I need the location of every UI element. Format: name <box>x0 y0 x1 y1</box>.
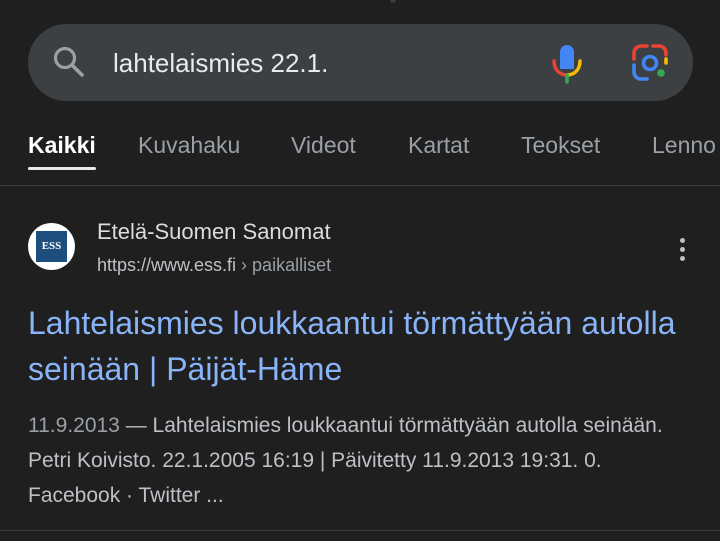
more-options-icon[interactable] <box>673 236 693 264</box>
tab-images[interactable]: Kuvahaku <box>138 130 240 160</box>
url-breadcrumb: › paikalliset <box>236 255 332 275</box>
snippet-date: 11.9.2013 <box>28 414 120 437</box>
snippet-text: — Lahtelaismies loukkaantui törmättyään … <box>28 414 663 507</box>
tab-books[interactable]: Teokset <box>521 130 600 160</box>
google-lens-icon[interactable] <box>630 43 670 83</box>
site-favicon[interactable]: ESS <box>28 223 75 270</box>
search-icon[interactable] <box>52 45 86 79</box>
divider <box>0 185 720 186</box>
url-text: https://www.ess.fi <box>97 255 237 275</box>
tab-videos[interactable]: Videot <box>291 130 356 160</box>
tab-maps[interactable]: Kartat <box>408 130 469 160</box>
search-input[interactable]: lahtelaismies 22.1. <box>113 46 328 80</box>
search-tabs: Kaikki Kuvahaku Videot Kartat Teokset Le… <box>28 130 720 170</box>
microphone-icon[interactable] <box>549 42 585 84</box>
divider <box>0 530 720 531</box>
site-url[interactable]: https://www.ess.fi › paikalliset <box>97 253 331 277</box>
tab-flights[interactable]: Lenno <box>652 130 716 160</box>
active-tab-indicator <box>28 167 96 170</box>
tab-all[interactable]: Kaikki <box>28 130 96 160</box>
favicon-logo: ESS <box>36 231 67 262</box>
site-name[interactable]: Etelä-Suomen Sanomat <box>97 218 331 246</box>
result-snippet: 11.9.2013 — Lahtelaismies loukkaantui tö… <box>28 408 688 513</box>
result-title-link[interactable]: Lahtelaismies loukkaantui törmättyään au… <box>28 300 708 392</box>
top-indicator <box>390 0 396 3</box>
